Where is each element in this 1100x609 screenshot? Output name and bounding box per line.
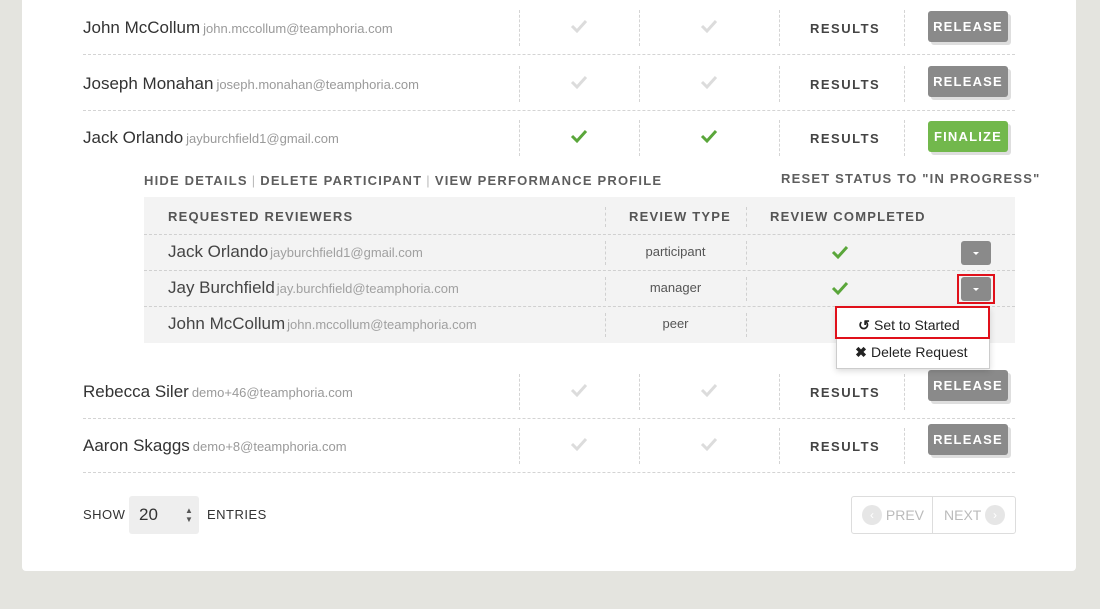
column-divider [639,10,640,46]
column-divider [746,241,747,265]
column-divider [639,428,640,464]
delete-participant-link[interactable]: DELETE PARTICIPANT [260,173,422,188]
checkmark-icon [699,18,719,36]
review-type: manager [649,280,702,295]
results-link[interactable]: RESULTS [810,418,880,475]
participant-name: Jack Orlando [83,128,184,147]
times-icon: ✖ [855,344,867,360]
reviewers-table-header: REQUESTED REVIEWERS REVIEW TYPE REVIEW C… [144,197,1015,235]
column-divider [779,10,780,46]
pagination-divider [932,497,933,533]
column-divider [904,120,905,156]
column-divider [904,374,905,410]
review-type: participant [645,244,706,259]
checkmark-icon [569,436,589,454]
column-divider [779,374,780,410]
pagination: ‹ PREV NEXT › [851,496,1016,534]
chevron-left-icon: ‹ [862,504,882,525]
column-divider [779,66,780,102]
entries-per-page-select[interactable]: 20 ▲ ▼ [129,496,199,534]
column-divider [519,374,520,410]
review-type: peer [662,316,689,331]
release-button[interactable]: RELEASE [928,11,1008,42]
participant-name: Rebecca Siler [83,382,189,401]
checkmark-icon [569,74,589,92]
participant-row: Joseph Monahan joseph.monahan@teamphoria.… [83,56,1015,111]
participant-row: Aaron Skaggs demo+8@teamphoria.com RESULT… [83,418,1015,473]
column-divider [519,10,520,46]
reviewer-email: jay.burchfield@teamphoria.com [276,281,459,296]
results-link[interactable]: RESULTS [810,56,880,113]
finalize-button[interactable]: FINALIZE [928,121,1008,152]
entries-label: ENTRIES [207,507,267,522]
reset-status-link[interactable]: RESET STATUS TO "IN PROGRESS" [781,171,1041,186]
reviewer-name: Jay Burchfield [168,278,275,297]
reviewer-name: John McCollum [168,314,286,333]
show-label: SHOW [83,507,126,522]
header-review-completed: REVIEW COMPLETED [770,209,926,224]
column-divider [519,66,520,102]
participant-email: demo+8@teamphoria.com [192,439,347,454]
release-button[interactable]: RELEASE [928,370,1008,401]
checkmark-icon [699,436,719,454]
column-divider [519,120,520,156]
entries-per-page-value: 20 [139,505,158,524]
header-requested-reviewers: REQUESTED REVIEWERS [168,209,354,224]
reviewer-row: Jack Orlando jayburchfield1@gmail.com par… [144,235,1015,271]
results-link[interactable]: RESULTS [810,364,880,421]
column-divider [605,207,606,227]
checkmark-icon [831,244,849,265]
column-divider [639,374,640,410]
participant-email: jayburchfield1@gmail.com [186,131,339,146]
prev-page-button[interactable]: ‹ PREV [862,497,924,533]
participant-email: joseph.monahan@teamphoria.com [216,77,419,92]
select-arrows-icon: ▲ ▼ [185,506,193,524]
column-divider [746,313,747,337]
highlight-box [835,306,990,339]
release-button[interactable]: RELEASE [928,424,1008,455]
column-divider [904,10,905,46]
highlight-box [957,274,995,304]
column-divider [904,66,905,102]
checkmark-icon [699,128,719,146]
reviewer-row: Jay Burchfield jay.burchfield@teamphoria.… [144,271,1015,307]
column-divider [779,428,780,464]
column-divider [904,428,905,464]
participant-name: Joseph Monahan [83,74,214,93]
column-divider [779,120,780,156]
checkmark-icon [699,382,719,400]
column-divider [519,428,520,464]
checkmark-icon [569,128,589,146]
next-page-button[interactable]: NEXT › [944,497,1005,533]
results-link[interactable]: RESULTS [810,0,880,57]
participant-name: Aaron Skaggs [83,436,190,455]
column-divider [639,66,640,102]
participant-row-expanded: Jack Orlando jayburchfield1@gmail.com RES… [83,110,1015,165]
release-button[interactable]: RELEASE [928,66,1008,97]
hide-details-link[interactable]: HIDE DETAILS [144,173,248,188]
checkmark-icon [831,280,849,301]
checkmark-icon [699,74,719,92]
participant-email: john.mccollum@teamphoria.com [203,21,393,36]
details-actions: HIDE DETAILS | DELETE PARTICIPANT | VIEW PER… [144,173,663,188]
column-divider [746,277,747,301]
participant-row: John McCollum john.mccollum@teamphoria.co… [83,0,1015,55]
reviewer-email: jayburchfield1@gmail.com [270,245,423,260]
delete-request-menu-item[interactable]: ✖ Delete Request [837,338,989,366]
chevron-right-icon: › [984,504,1005,525]
results-link[interactable]: RESULTS [810,110,880,167]
participant-email: demo+46@teamphoria.com [191,385,353,400]
header-review-type: REVIEW TYPE [629,209,732,224]
column-divider [639,120,640,156]
column-divider [746,207,747,227]
participant-row: Rebecca Siler demo+46@teamphoria.com RESU… [83,364,1015,419]
view-performance-profile-link[interactable]: VIEW PERFORMANCE PROFILE [435,173,662,188]
reviewer-actions-dropdown-button[interactable] [961,241,991,265]
checkmark-icon [569,382,589,400]
reviewer-email: john.mccollum@teamphoria.com [287,317,477,332]
participant-name: John McCollum [83,18,201,37]
reviewer-name: Jack Orlando [168,242,269,261]
checkmark-icon [569,18,589,36]
